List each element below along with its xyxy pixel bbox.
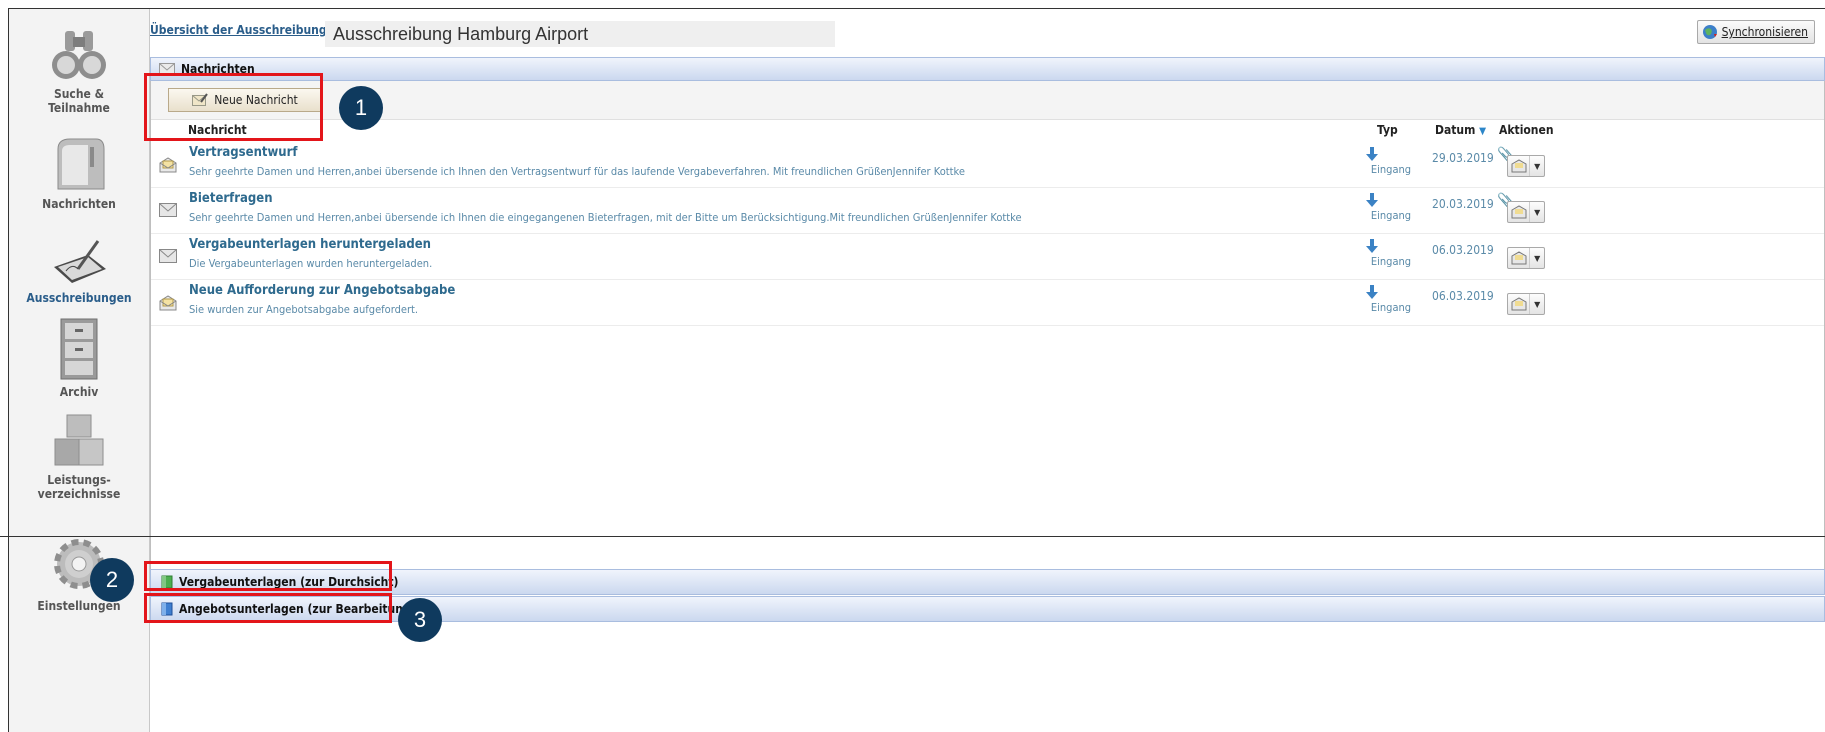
chevron-down-icon: ▼ [1529, 156, 1544, 176]
file-cabinet-icon [60, 318, 98, 380]
globe-sync-icon [1702, 25, 1717, 39]
sidebar-item-nachrichten[interactable]: Nachrichten [9, 135, 149, 211]
horizontal-separator [0, 536, 1825, 537]
message-subject[interactable]: Bieterfragen [189, 191, 273, 206]
col-datum-label: Datum [1435, 123, 1476, 137]
message-type-label: Eingang [1370, 255, 1412, 268]
top-bar: Übersicht der Ausschreibungen Ausschreib… [150, 9, 1825, 49]
message-date: 20.03.2019 [1432, 197, 1494, 211]
message-date: 29.03.2019 [1432, 151, 1494, 165]
message-type: Eingang [1366, 191, 1416, 222]
vergabeunterlagen-panel-header[interactable]: Vergabeunterlagen (zur Durchsicht) [150, 569, 1825, 595]
chevron-down-icon: ▼ [1529, 294, 1544, 314]
message-subject[interactable]: Neue Aufforderung zur Angebotsabgabe [189, 283, 455, 298]
message-type: Eingang [1366, 237, 1416, 268]
callout-highlight-new-message [144, 73, 323, 141]
open-envelope-icon [1508, 159, 1529, 173]
message-preview: Sehr geehrte Damen und Herren,anbei über… [189, 165, 965, 178]
down-arrow-icon [1366, 239, 1378, 253]
open-envelope-icon [1508, 297, 1529, 311]
message-type-label: Eingang [1370, 301, 1412, 314]
table-row[interactable]: Vergabeunterlagen heruntergeladen Die Ve… [151, 233, 1824, 280]
callout-highlight-angebot [144, 593, 392, 623]
actions-dropdown[interactable]: ▼ [1507, 155, 1545, 177]
overview-link[interactable]: Übersicht der Ausschreibungen [150, 23, 342, 37]
opened-envelope-icon [159, 295, 177, 311]
page-title: Ausschreibung Hamburg Airport [325, 21, 835, 47]
message-date: 06.03.2019 [1432, 243, 1494, 257]
sidebar-item-label: Ausschreibungen [26, 291, 132, 305]
binoculars-icon [52, 31, 106, 79]
messages-panel: Neue Nachricht Nachricht Typ Datum ▼ Akt… [150, 81, 1825, 573]
callout-badge-2: 2 [90, 558, 134, 602]
message-type: Eingang [1366, 283, 1416, 314]
open-envelope-icon [1508, 205, 1529, 219]
sidebar-item-label: Einstellungen [37, 599, 121, 613]
message-type-label: Eingang [1370, 163, 1412, 176]
sidebar-item-label: Nachrichten [42, 197, 116, 211]
sidebar-item-label: Leistungs- verzeichnisse [37, 473, 121, 501]
table-row[interactable]: Neue Aufforderung zur Angebotsabgabe Sie… [151, 279, 1824, 326]
sidebar: Suche & Teilnahme Nachrichten Ausschreib… [9, 9, 150, 732]
cubes-icon [54, 414, 104, 466]
sidebar-item-leistungsverzeichnisse[interactable]: Leistungs- verzeichnisse [9, 413, 149, 501]
signature-pad-icon [54, 240, 106, 283]
message-date: 06.03.2019 [1432, 289, 1494, 303]
table-row[interactable]: Vertragsentwurf Sehr geehrte Damen und H… [151, 141, 1824, 188]
closed-envelope-icon [159, 249, 177, 263]
down-arrow-icon [1366, 285, 1378, 299]
down-arrow-icon [1366, 193, 1378, 207]
actions-dropdown[interactable]: ▼ [1507, 201, 1545, 223]
chevron-down-icon: ▼ [1529, 248, 1544, 268]
col-aktionen: Aktionen [1499, 123, 1554, 137]
sidebar-item-label: Suche & Teilnahme [48, 87, 110, 115]
sidebar-item-suche-teilnahme[interactable]: Suche & Teilnahme [9, 27, 149, 115]
chevron-down-icon: ▼ [1529, 202, 1544, 222]
down-arrow-icon [1366, 147, 1378, 161]
table-row[interactable]: Bieterfragen Sehr geehrte Damen und Herr… [151, 187, 1824, 234]
col-typ: Typ [1377, 123, 1398, 137]
callout-badge-1: 1 [339, 86, 383, 130]
actions-dropdown[interactable]: ▼ [1507, 293, 1545, 315]
open-envelope-icon [1508, 251, 1529, 265]
sidebar-item-archiv[interactable]: Archiv [9, 317, 149, 399]
message-preview: Sie wurden zur Angebotsabgabe aufgeforde… [189, 303, 419, 316]
mailbox-icon [57, 138, 105, 190]
table-header: Nachricht Typ Datum ▼ Aktionen [151, 119, 1824, 141]
col-datum[interactable]: Datum ▼ [1435, 123, 1486, 137]
callout-highlight-vergabe [144, 561, 392, 591]
actions-dropdown[interactable]: ▼ [1507, 247, 1545, 269]
sync-button[interactable]: Synchronisieren [1696, 20, 1815, 44]
sidebar-item-ausschreibungen[interactable]: Ausschreibungen [9, 237, 149, 305]
callout-badge-3: 3 [398, 598, 442, 642]
message-type: Eingang [1366, 145, 1416, 176]
opened-envelope-icon [159, 157, 177, 173]
sidebar-item-label: Archiv [59, 385, 99, 399]
messages-toolbar: Neue Nachricht [151, 81, 1824, 120]
sort-desc-icon: ▼ [1479, 126, 1487, 137]
message-subject[interactable]: Vertragsentwurf [189, 145, 297, 160]
message-type-label: Eingang [1370, 209, 1412, 222]
message-preview: Sehr geehrte Damen und Herren,anbei über… [189, 211, 1022, 224]
messages-panel-header: Nachrichten [150, 57, 1825, 81]
message-subject[interactable]: Vergabeunterlagen heruntergeladen [189, 237, 431, 252]
sync-label: Synchronisieren [1721, 25, 1808, 39]
closed-envelope-icon [159, 203, 177, 217]
message-preview: Die Vergabeunterlagen wurden heruntergel… [189, 257, 433, 270]
